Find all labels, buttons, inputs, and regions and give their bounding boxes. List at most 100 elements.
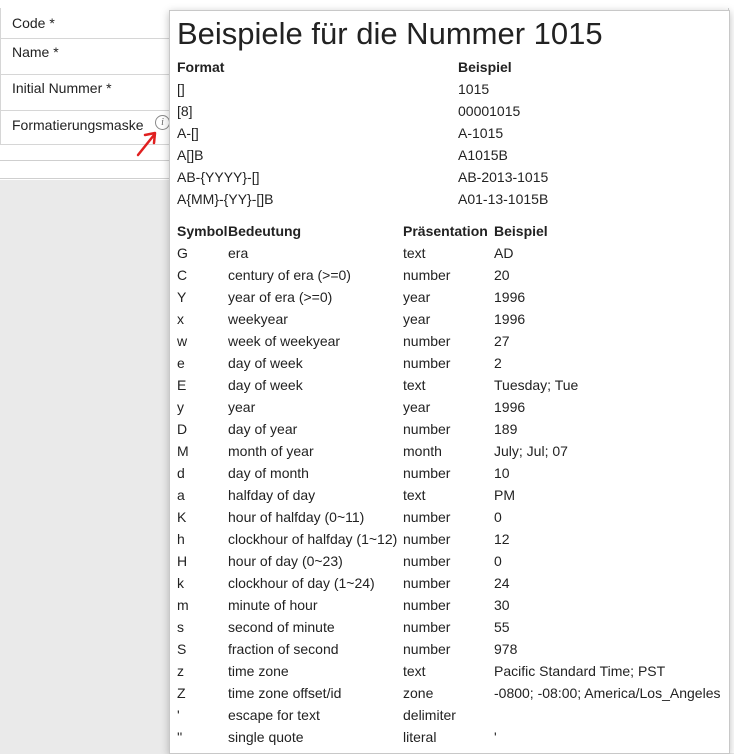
symbol-example-cell: -0800; -08:00; America/Los_Angeles <box>494 685 721 701</box>
divider <box>0 178 170 179</box>
symbol-example-cell: Tuesday; Tue <box>494 377 579 393</box>
meaning-cell: fraction of second <box>228 641 339 657</box>
presentation-cell: month <box>403 443 442 459</box>
symbol-cell: w <box>177 333 188 349</box>
symbol-example-cell: AD <box>494 245 514 261</box>
symbol-cell: e <box>177 355 185 371</box>
symbol-cell: C <box>177 267 188 283</box>
format-help-popover: Beispiele für die Nummer 1015 Format Bei… <box>169 10 730 754</box>
symbol-cell: h <box>177 531 185 547</box>
meaning-cell: single quote <box>228 729 304 745</box>
annotation-arrow-icon <box>136 131 157 157</box>
meaning-cell: clockhour of halfday (1~12) <box>228 531 398 547</box>
presentation-cell: number <box>403 509 451 525</box>
symbol-example-cell: PM <box>494 487 515 503</box>
meaning-cell: weekyear <box>228 311 288 327</box>
example-format-cell: AB-{YYYY}-[] <box>177 169 260 185</box>
example-format-cell: A-[] <box>177 125 199 141</box>
initial-number-label: Initial Nummer * <box>12 80 112 96</box>
example-result-cell: A-1015 <box>458 125 504 141</box>
example-result-cell: A1015B <box>458 147 508 163</box>
symbol-example-cell: 0 <box>494 553 502 569</box>
symbol-cell: z <box>177 663 184 679</box>
symbol-example-cell: 2 <box>494 355 502 371</box>
initial-number-field-row[interactable]: Initial Nummer * <box>0 74 170 111</box>
symbol-cell: '' <box>177 729 183 745</box>
symbol-cell: m <box>177 597 189 613</box>
example-format-cell: [] <box>177 81 185 97</box>
meaning-cell: escape for text <box>228 707 320 723</box>
meaning-cell: time zone <box>228 663 289 679</box>
examples-header-format: Format <box>177 59 225 75</box>
example-result-cell: 00001015 <box>458 103 521 119</box>
presentation-cell: zone <box>403 685 434 701</box>
symbols-header-presentation: Präsentation <box>403 223 488 239</box>
meaning-cell: day of week <box>228 377 303 393</box>
presentation-cell: literal <box>403 729 437 745</box>
symbol-example-cell: 978 <box>494 641 518 657</box>
meaning-cell: time zone offset/id <box>228 685 342 701</box>
meaning-cell: hour of day (0~23) <box>228 553 343 569</box>
format-mask-label: Formatierungsmaske <box>12 117 144 133</box>
meaning-cell: day of week <box>228 355 303 371</box>
example-format-cell: A{MM}-{YY}-[]B <box>177 191 274 207</box>
presentation-cell: number <box>403 333 451 349</box>
symbol-example-cell: 12 <box>494 531 510 547</box>
symbol-example-cell: 1996 <box>494 311 526 327</box>
code-field-row[interactable]: Code * <box>0 8 170 39</box>
meaning-cell: second of minute <box>228 619 335 635</box>
example-format-cell: [8] <box>177 103 193 119</box>
symbols-header-symbol: Symbol <box>177 223 228 239</box>
symbol-cell: S <box>177 641 187 657</box>
symbol-cell: H <box>177 553 188 569</box>
meaning-cell: era <box>228 245 249 261</box>
meaning-cell: year <box>228 399 256 415</box>
symbol-example-cell: ' <box>494 729 497 745</box>
symbol-cell: y <box>177 399 184 415</box>
presentation-cell: year <box>403 289 431 305</box>
meaning-cell: year of era (>=0) <box>228 289 333 305</box>
meaning-cell: week of weekyear <box>228 333 341 349</box>
symbol-cell: E <box>177 377 187 393</box>
symbol-cell: ' <box>177 707 180 723</box>
example-format-cell: A[]B <box>177 147 204 163</box>
divider <box>0 160 170 161</box>
symbol-example-cell: 24 <box>494 575 510 591</box>
meaning-cell: hour of halfday (0~11) <box>228 509 365 525</box>
symbols-header-meaning: Bedeutung <box>228 223 302 239</box>
symbol-example-cell: July; Jul; 07 <box>494 443 568 459</box>
presentation-cell: number <box>403 465 451 481</box>
presentation-cell: text <box>403 487 426 503</box>
symbol-cell: K <box>177 509 187 525</box>
presentation-cell: number <box>403 553 451 569</box>
meaning-cell: month of year <box>228 443 314 459</box>
symbol-example-cell: 10 <box>494 465 510 481</box>
presentation-cell: delimiter <box>403 707 456 723</box>
presentation-cell: number <box>403 641 451 657</box>
popover-title: Beispiele für die Nummer 1015 <box>177 16 603 51</box>
symbol-example-cell: 55 <box>494 619 510 635</box>
name-label: Name * <box>12 44 59 60</box>
presentation-cell: number <box>403 531 451 547</box>
example-result-cell: A01-13-1015B <box>458 191 549 207</box>
symbol-example-cell: 189 <box>494 421 518 437</box>
symbol-cell: s <box>177 619 184 635</box>
code-label: Code * <box>12 15 55 31</box>
presentation-cell: number <box>403 619 451 635</box>
presentation-cell: number <box>403 575 451 591</box>
symbols-header-example: Beispiel <box>494 223 548 239</box>
symbol-cell: D <box>177 421 188 437</box>
presentation-cell: number <box>403 597 451 613</box>
example-result-cell: AB-2013-1015 <box>458 169 549 185</box>
symbol-cell: d <box>177 465 185 481</box>
presentation-cell: number <box>403 355 451 371</box>
presentation-cell: year <box>403 399 431 415</box>
symbol-cell: M <box>177 443 189 459</box>
symbol-cell: x <box>177 311 184 327</box>
symbol-example-cell: 30 <box>494 597 510 613</box>
symbol-example-cell: Pacific Standard Time; PST <box>494 663 666 679</box>
symbol-example-cell: 20 <box>494 267 510 283</box>
symbol-cell: Y <box>177 289 187 305</box>
symbol-cell: G <box>177 245 188 261</box>
name-field-row[interactable]: Name * <box>0 38 170 75</box>
